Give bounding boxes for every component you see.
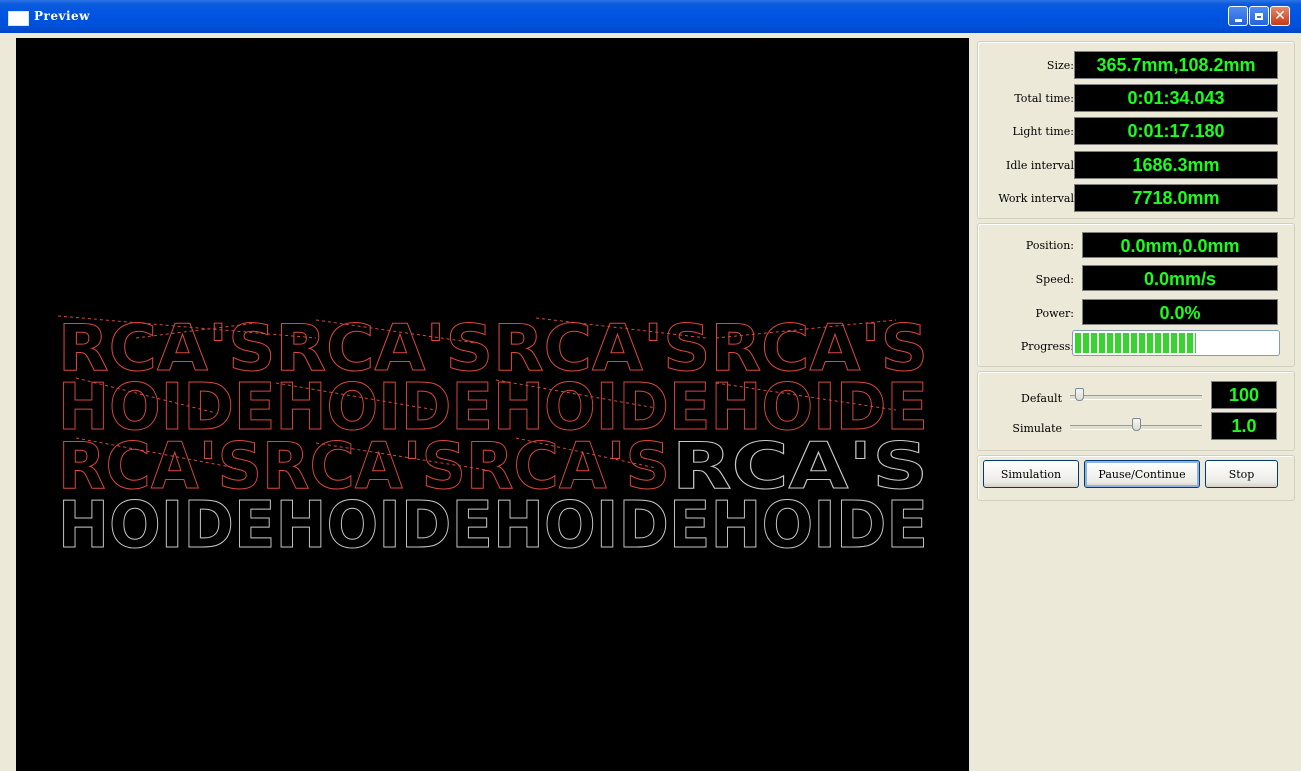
- restore-button[interactable]: [1249, 6, 1269, 26]
- simulate-slider-thumb[interactable]: [1132, 418, 1141, 431]
- window-frame: [0, 33, 16, 771]
- info-group: Size: 365.7mm,108.2mm Total time: 0:01:3…: [977, 41, 1295, 219]
- light-time-display: 0:01:17.180: [1074, 117, 1278, 145]
- status-group: Position: 0.0mm,0.0mm Speed: 0.0mm/s Pow…: [977, 223, 1295, 367]
- size-label: Size:: [1046, 59, 1074, 72]
- title-bar[interactable]: Preview ✕: [0, 0, 1301, 33]
- simulation-button[interactable]: Simulation: [983, 460, 1079, 488]
- total-time-display: 0:01:34.043: [1074, 84, 1278, 112]
- progress-label: Progress:: [1020, 340, 1074, 353]
- pause-continue-button[interactable]: Pause/Continue: [1084, 460, 1200, 488]
- simulate-value-display: 1.0: [1211, 412, 1277, 440]
- speed-settings-group: Default 100 Simulate 1.0: [977, 371, 1295, 451]
- path-text-row: HOIDEHOIDEHOIDEHOIDE: [58, 489, 928, 563]
- idle-interval-label: Idle interval: [1006, 159, 1074, 172]
- power-label: Power:: [1035, 307, 1074, 320]
- window-icon: [8, 11, 29, 26]
- simulate-label: Simulate: [1012, 422, 1062, 435]
- progress-bar: [1072, 330, 1280, 356]
- close-icon: ✕: [1274, 8, 1286, 24]
- size-display: 365.7mm,108.2mm: [1074, 51, 1278, 79]
- default-slider-thumb[interactable]: [1075, 388, 1085, 401]
- minimize-button[interactable]: [1228, 6, 1248, 26]
- progress-fill: [1075, 333, 1197, 353]
- restore-icon: [1255, 12, 1263, 20]
- default-value-display: 100: [1211, 381, 1277, 409]
- side-panel: Size: 365.7mm,108.2mm Total time: 0:01:3…: [970, 33, 1301, 771]
- work-interval-display: 7718.0mm: [1074, 184, 1278, 212]
- work-interval-label: Work interval: [998, 192, 1074, 205]
- control-buttons-group: Simulation Pause/Continue Stop: [977, 455, 1295, 501]
- total-time-label: Total time:: [1014, 92, 1074, 105]
- default-slider-track[interactable]: [1070, 395, 1202, 400]
- idle-interval-display: 1686.3mm: [1074, 151, 1278, 179]
- light-time-label: Light time:: [1012, 125, 1074, 138]
- speed-display: 0.0mm/s: [1082, 265, 1278, 291]
- stop-button[interactable]: Stop: [1205, 460, 1278, 488]
- speed-label: Speed:: [1035, 273, 1074, 286]
- close-button[interactable]: ✕: [1270, 6, 1290, 26]
- default-label: Default: [1021, 392, 1062, 405]
- preview-canvas[interactable]: RCA'SRCA'SRCA'SRCA'S HOIDEHOIDEHOIDEHOIDE…: [16, 38, 969, 771]
- position-label: Position:: [1025, 239, 1074, 252]
- preview-window: Preview ✕ RCA'SRCA'SRCA'SRCA'S HOIDEHOIDE…: [0, 0, 1301, 771]
- power-display: 0.0%: [1082, 299, 1278, 325]
- path-preview-drawing: RCA'SRCA'SRCA'SRCA'SHOIDEHOIDEHOIDEHOIDE…: [58, 312, 929, 564]
- window-title: Preview: [34, 9, 90, 23]
- minimize-icon: [1234, 18, 1242, 22]
- position-display: 0.0mm,0.0mm: [1082, 232, 1278, 258]
